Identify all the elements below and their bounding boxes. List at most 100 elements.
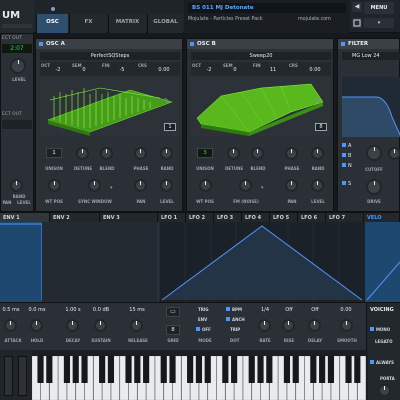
filter-route-a[interactable]: A [342, 143, 351, 149]
filter-response-display[interactable] [342, 77, 400, 137]
filter-header[interactable]: FILTER [338, 39, 399, 49]
osc-a-level-knob[interactable] [160, 179, 173, 192]
left-strip-display[interactable]: 2:07 [2, 44, 32, 53]
osc-b-wavetable-name[interactable]: Sweep20 [191, 52, 331, 60]
mod-wheel[interactable] [18, 356, 27, 396]
save-icon[interactable] [352, 18, 362, 28]
filter-route-s[interactable]: S [342, 181, 351, 187]
osc-b-blend-knob[interactable] [251, 147, 264, 160]
osc-a-sem-value[interactable]: 0 [78, 67, 90, 73]
black-key[interactable] [319, 356, 326, 383]
filter-route-n[interactable]: N [342, 163, 352, 169]
osc-a-edit-icon[interactable]: ✎ [164, 97, 174, 107]
filter-drive-knob[interactable] [366, 179, 382, 195]
osc-b-wavetable-display[interactable] [191, 78, 331, 136]
osc-a-detune-knob[interactable] [76, 147, 89, 160]
osc-b-phase-knob[interactable] [285, 147, 298, 160]
osc-a-blend-knob[interactable] [100, 147, 113, 160]
lfo-delay-value[interactable]: Off [306, 307, 324, 313]
osc-a-unison-box[interactable]: 1 [46, 148, 62, 158]
black-key[interactable] [37, 356, 44, 383]
lfo-shape-folder-icon[interactable]: ▭ [166, 307, 180, 317]
black-key[interactable] [107, 356, 115, 383]
black-key[interactable] [99, 356, 106, 383]
osc-b-warp-knob[interactable] [239, 179, 252, 192]
black-key[interactable] [160, 356, 167, 383]
osc-a-enable-toggle[interactable] [39, 42, 43, 46]
env-attack-value[interactable]: 0.5 ms [0, 307, 22, 313]
black-key[interactable] [283, 356, 291, 383]
osc-b-crs-value[interactable]: 0.00 [305, 67, 325, 73]
black-key[interactable] [257, 356, 264, 383]
env-release-value[interactable]: 15 ms [126, 307, 148, 313]
osc-a-pan-knob[interactable] [134, 179, 147, 192]
osc-a-wavetable-name[interactable]: PerfectSQSteps [40, 52, 180, 60]
black-key[interactable] [125, 356, 132, 383]
lfo-smooth-value[interactable]: 0.00 [336, 307, 356, 313]
lfo-env-label[interactable]: ENV [198, 317, 207, 322]
osc-a-warp-menu-icon[interactable]: ▾ [110, 185, 113, 191]
tab-global[interactable]: GLOBAL [147, 14, 183, 33]
filter-type-select[interactable]: MG Low 24 [342, 52, 400, 60]
osc-a-wtpos-knob[interactable] [48, 179, 61, 192]
osc-b-fin-value[interactable]: 11 [267, 67, 279, 73]
lfo-rise-knob[interactable] [282, 319, 295, 332]
black-key[interactable] [354, 356, 361, 383]
osc-b-warp-menu-icon[interactable]: ▾ [261, 185, 264, 191]
osc-b-frame-box[interactable]: 8 [315, 123, 327, 131]
black-key[interactable] [204, 356, 211, 383]
tab-osc[interactable]: OSC [36, 7, 68, 33]
osc-a-fin-value[interactable]: -5 [116, 67, 128, 73]
black-key[interactable] [134, 356, 141, 383]
lfo-rise-value[interactable]: Off [280, 307, 298, 313]
filter-res-knob[interactable] [388, 147, 400, 160]
osc-b-enable-toggle[interactable] [190, 42, 194, 46]
env-hold-value[interactable]: 0.0 ms [26, 307, 48, 313]
osc-b-oct-value[interactable]: -2 [203, 67, 215, 73]
black-key[interactable] [310, 356, 317, 383]
osc-a-wavetable-display[interactable] [40, 78, 180, 136]
osc-b-wtpos-knob[interactable] [199, 179, 212, 192]
osc-a-oct-value[interactable]: -2 [52, 67, 64, 73]
preset-name[interactable]: BS 011 MJ Detonate [188, 3, 346, 13]
piano-keyboard[interactable] [32, 356, 366, 400]
lfo-rate-knob[interactable] [258, 319, 271, 332]
black-key[interactable] [46, 356, 53, 383]
filter-enable-toggle[interactable] [341, 42, 345, 46]
lfo-smooth-knob[interactable] [340, 319, 353, 332]
black-key[interactable] [292, 356, 299, 383]
envelope-lfo-display[interactable] [0, 222, 400, 302]
black-key[interactable] [266, 356, 273, 383]
osc-a-crs-value[interactable]: 0.00 [154, 67, 174, 73]
osc-b-edit-icon[interactable]: ✎ [315, 97, 325, 107]
black-key[interactable] [143, 356, 150, 383]
menu-chevron-icon[interactable]: ▾ [364, 18, 394, 28]
osc-a-warp-knob[interactable] [88, 179, 101, 192]
pitch-wheel[interactable] [4, 356, 13, 396]
black-key[interactable] [169, 356, 176, 383]
env-decay-value[interactable]: 1.00 s [62, 307, 84, 313]
black-key[interactable] [327, 356, 335, 383]
lfo-bpm-toggle[interactable]: BPM [226, 307, 242, 312]
lfo-rate-value[interactable]: 1/4 [256, 307, 274, 313]
osc-b-unison-box[interactable]: 3 [197, 148, 213, 158]
voicing-legato-toggle[interactable]: LEGATO [375, 339, 392, 344]
black-key[interactable] [345, 356, 352, 383]
osc-b-sem-value[interactable]: 0 [229, 67, 241, 73]
black-key[interactable] [195, 356, 203, 383]
lfo-off-toggle[interactable]: OFF [196, 327, 211, 332]
lfo-trig-label[interactable]: TRIG [198, 307, 209, 312]
osc-a-phase-knob[interactable] [134, 147, 147, 160]
black-key[interactable] [63, 356, 71, 383]
env-decay-knob[interactable] [66, 319, 79, 332]
env-sustain-knob[interactable] [94, 319, 107, 332]
voicing-mono-toggle[interactable]: MONO [370, 327, 390, 332]
prev-preset-button[interactable]: ◀ [352, 2, 362, 12]
left-strip-level-knob[interactable] [10, 58, 26, 74]
black-key[interactable] [81, 356, 88, 383]
osc-b-pan-knob[interactable] [285, 179, 298, 192]
black-key[interactable] [222, 356, 229, 383]
preset-author-url[interactable]: mojulate.com [298, 17, 331, 22]
black-key[interactable] [187, 356, 194, 383]
left-strip-rand-knob[interactable] [10, 179, 23, 192]
